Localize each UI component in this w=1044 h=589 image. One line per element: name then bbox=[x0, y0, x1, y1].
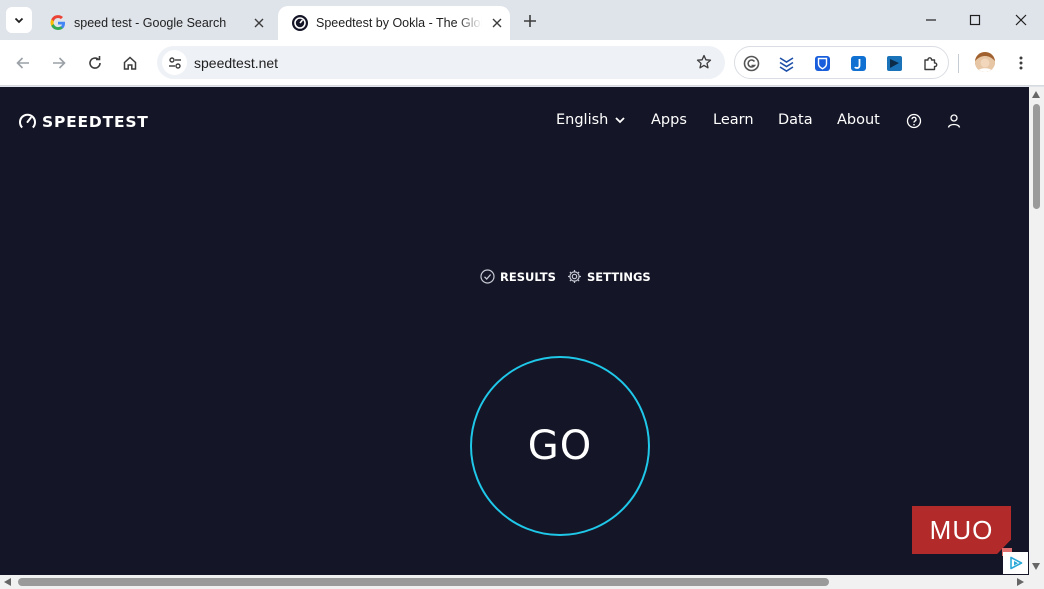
close-tab-button[interactable] bbox=[250, 14, 268, 32]
plus-icon bbox=[524, 15, 536, 27]
results-label: RESULTS bbox=[500, 269, 556, 284]
speedtest-logo[interactable]: SPEEDTEST bbox=[18, 112, 149, 131]
puzzle-icon[interactable] bbox=[922, 55, 939, 72]
tab-google-search[interactable]: speed test - Google Search bbox=[36, 6, 274, 40]
toolbar-divider bbox=[958, 54, 959, 73]
scroll-down-arrow-icon[interactable] bbox=[1032, 563, 1040, 570]
user-icon[interactable] bbox=[946, 113, 962, 129]
muo-watermark: MUO bbox=[912, 506, 1011, 554]
arrow-right-icon bbox=[53, 57, 66, 69]
url-text[interactable]: speedtest.net bbox=[194, 55, 278, 71]
nav-data[interactable]: Data bbox=[778, 112, 813, 128]
close-icon bbox=[254, 18, 264, 28]
close-window-button[interactable] bbox=[998, 8, 1044, 32]
home-button[interactable] bbox=[118, 51, 142, 75]
scroll-up-arrow-icon[interactable] bbox=[1032, 91, 1040, 98]
close-icon bbox=[1015, 14, 1027, 26]
minimize-button[interactable] bbox=[908, 8, 954, 32]
speedometer-icon bbox=[19, 113, 36, 129]
language-selector[interactable]: English bbox=[556, 112, 627, 128]
minimize-icon bbox=[926, 19, 936, 21]
tab-strip: speed test - Google Search Speedtest by … bbox=[0, 0, 1044, 40]
vertical-scroll-thumb[interactable] bbox=[1033, 104, 1040, 209]
reload-icon bbox=[89, 56, 101, 69]
scroll-left-arrow-icon[interactable] bbox=[4, 578, 11, 586]
grammarly-icon[interactable] bbox=[743, 55, 760, 72]
tab-title: speed test - Google Search bbox=[74, 16, 227, 30]
bitwarden-icon[interactable] bbox=[814, 55, 831, 72]
profile-avatar[interactable] bbox=[975, 52, 995, 72]
ad-choices-icon bbox=[1009, 556, 1022, 570]
go-label: GO bbox=[527, 423, 593, 469]
chrome-menu-button[interactable] bbox=[1009, 51, 1033, 75]
layers-extension-icon[interactable] bbox=[778, 55, 795, 72]
vertical-scrollbar[interactable] bbox=[1029, 87, 1044, 575]
help-icon[interactable] bbox=[906, 113, 922, 129]
ad-choices-badge[interactable] bbox=[1003, 552, 1028, 574]
extensions-group bbox=[734, 46, 949, 79]
more-vert-icon bbox=[1019, 56, 1023, 70]
horizontal-scrollbar[interactable] bbox=[0, 575, 1044, 589]
scroll-right-arrow-icon[interactable] bbox=[1017, 578, 1024, 586]
tab-speedtest[interactable]: Speedtest by Ookla - The Global Broadban… bbox=[278, 6, 510, 40]
chevron-down-icon bbox=[615, 117, 625, 124]
logo-text: SPEEDTEST bbox=[42, 112, 149, 131]
bookmark-button[interactable] bbox=[696, 54, 712, 75]
close-tab-button[interactable] bbox=[488, 14, 506, 32]
horizontal-scroll-thumb[interactable] bbox=[18, 578, 829, 586]
check-circle-icon bbox=[480, 269, 495, 284]
maximize-icon bbox=[969, 14, 981, 26]
nav-learn[interactable]: Learn bbox=[713, 112, 754, 128]
nav-apps[interactable]: Apps bbox=[651, 112, 687, 128]
close-icon bbox=[492, 18, 502, 28]
go-button[interactable]: GO bbox=[470, 356, 650, 536]
gear-icon bbox=[568, 270, 581, 283]
joplin-icon[interactable] bbox=[850, 55, 867, 72]
tune-icon bbox=[168, 56, 181, 69]
maximize-button[interactable] bbox=[952, 8, 998, 32]
address-bar[interactable]: speedtest.net bbox=[157, 46, 725, 79]
flag-extension-icon[interactable] bbox=[886, 55, 903, 72]
chevron-down-icon bbox=[14, 17, 24, 24]
avatar-icon bbox=[975, 52, 995, 72]
reload-button[interactable] bbox=[83, 51, 107, 75]
back-button[interactable] bbox=[11, 51, 35, 75]
browser-toolbar: speedtest.net bbox=[0, 40, 1044, 86]
tab-title: Speedtest by Ookla - The Global Broadban… bbox=[316, 16, 482, 30]
forward-button[interactable] bbox=[47, 51, 71, 75]
nav-about[interactable]: About bbox=[837, 112, 880, 128]
google-icon bbox=[50, 15, 65, 30]
star-icon bbox=[696, 54, 712, 69]
language-label: English bbox=[556, 112, 609, 128]
speedtest-page: SPEEDTEST English Apps Learn Data About … bbox=[0, 87, 1029, 575]
new-tab-button[interactable] bbox=[519, 10, 541, 32]
site-info-button[interactable] bbox=[162, 50, 187, 75]
results-link[interactable]: RESULTS bbox=[480, 269, 556, 284]
arrow-left-icon bbox=[16, 57, 29, 69]
speedtest-icon bbox=[292, 15, 308, 31]
settings-link[interactable]: SETTINGS bbox=[567, 269, 651, 284]
settings-label: SETTINGS bbox=[587, 269, 651, 284]
home-icon bbox=[123, 56, 137, 70]
tab-search-button[interactable] bbox=[6, 7, 32, 33]
